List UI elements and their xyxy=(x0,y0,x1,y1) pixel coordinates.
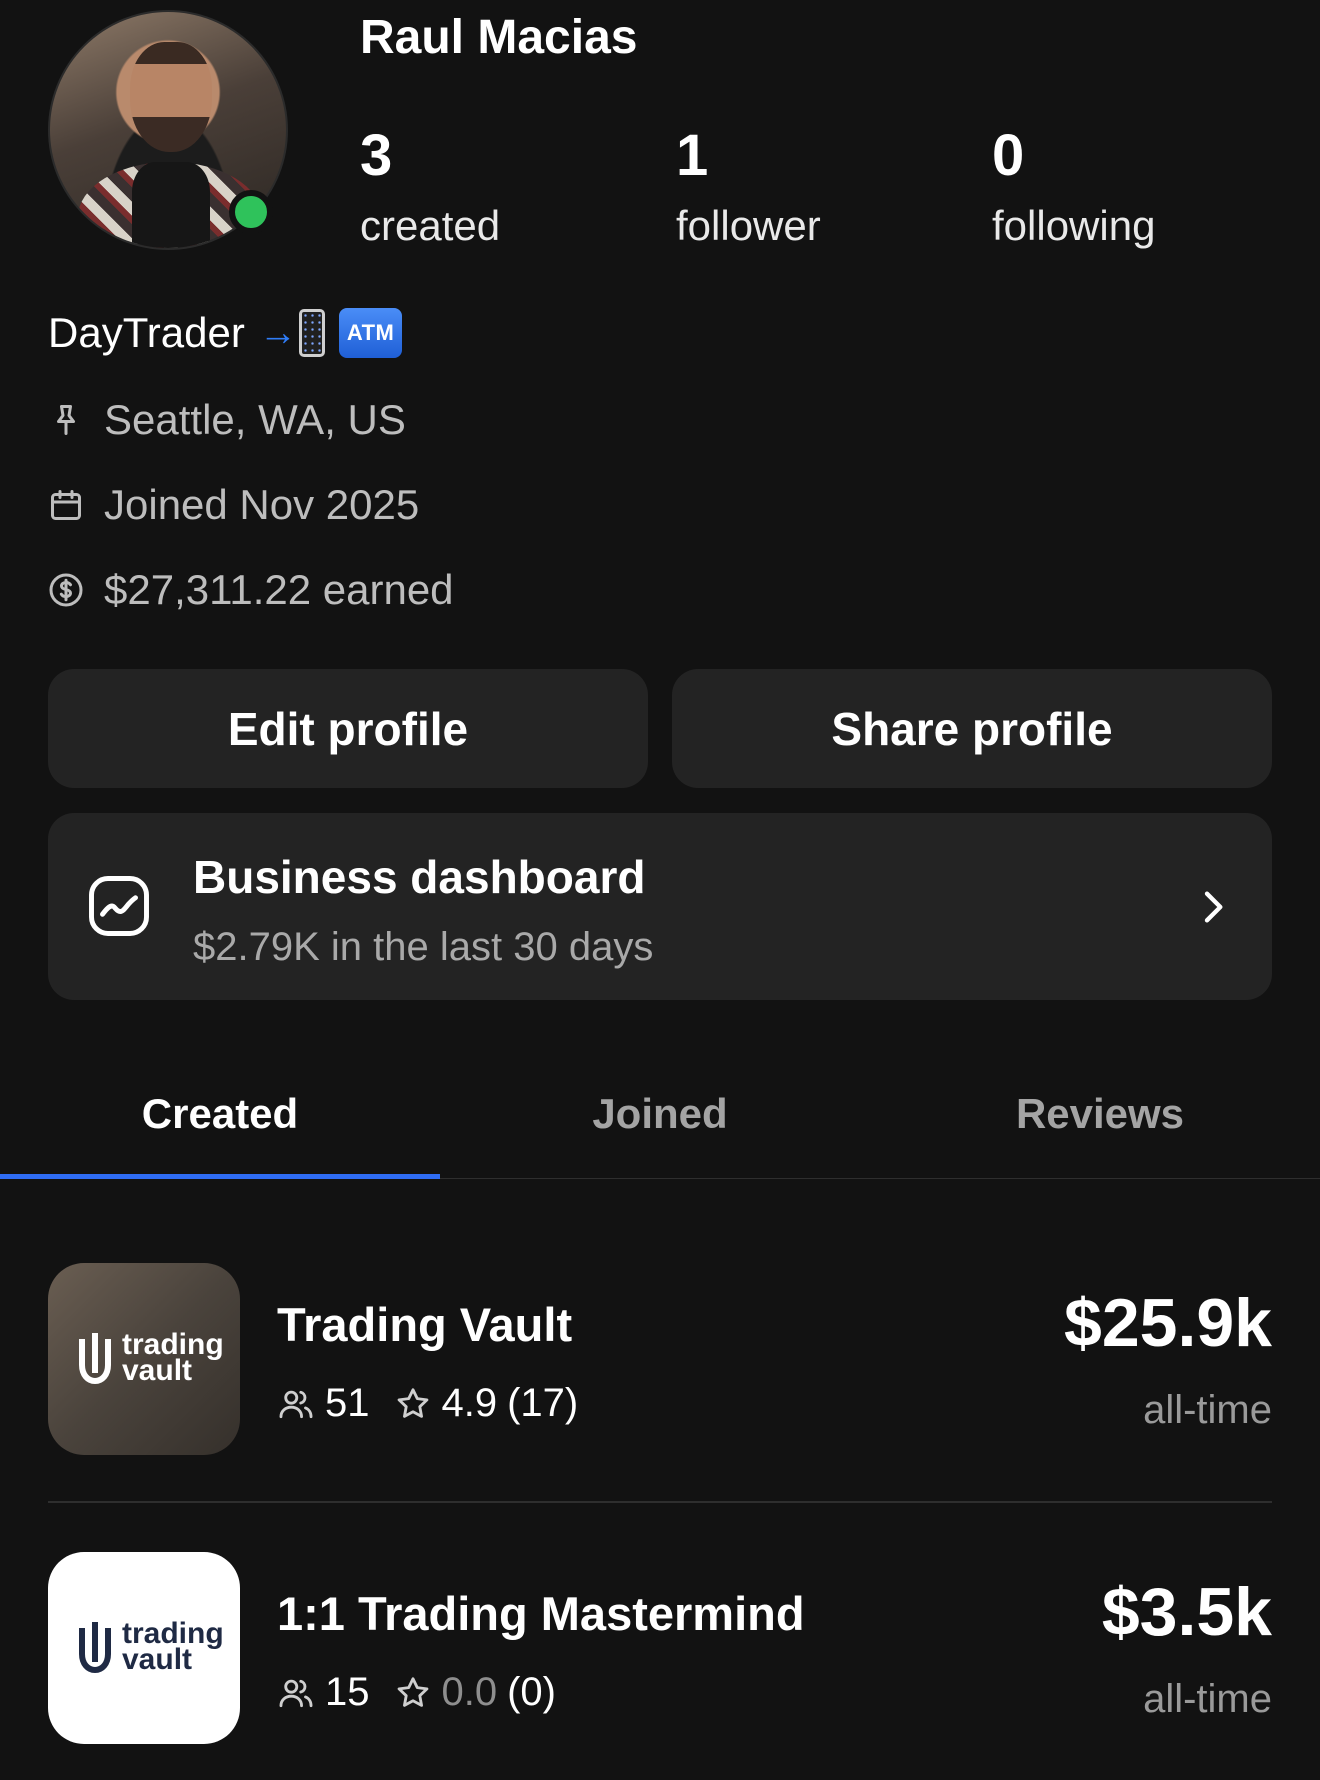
mastermind-thumbnail[interactable]: trading vault xyxy=(48,1552,240,1744)
item-title[interactable]: 1:1 Trading Mastermind xyxy=(277,1586,805,1641)
star-icon xyxy=(397,1676,428,1707)
business-dashboard-card[interactable]: Business dashboard $2.79K in the last 30… xyxy=(48,813,1272,1000)
stat-created-label[interactable]: created xyxy=(360,202,500,250)
edit-profile-button[interactable]: Edit profile xyxy=(48,669,648,788)
location-text: Seattle, WA, US xyxy=(104,396,406,443)
earned-text: $27,311.22 earned xyxy=(104,566,454,613)
item-revenue: $25.9k xyxy=(1064,1285,1272,1361)
stat-following-value[interactable]: 0 xyxy=(992,122,1024,189)
trading-vault-logo: trading vault xyxy=(74,1329,224,1387)
stat-created-value[interactable]: 3 xyxy=(360,122,392,189)
dollar-coin-icon xyxy=(49,573,83,607)
stat-follower-value[interactable]: 1 xyxy=(676,122,708,189)
member-count: 51 xyxy=(325,1381,370,1425)
chevron-right-icon xyxy=(1204,891,1223,923)
vault-shield-icon xyxy=(79,1333,111,1385)
logo-word-vault: vault xyxy=(122,1354,193,1387)
mobile-phone-arrow-emoji: → xyxy=(259,309,325,357)
chart-line-icon xyxy=(89,876,149,936)
tab-reviews[interactable]: Reviews xyxy=(880,1090,1320,1138)
members-icon xyxy=(279,1679,313,1707)
profile-name: Raul Macias xyxy=(360,11,638,64)
item-stats: 15 0.0 (0) xyxy=(277,1670,556,1715)
logo-word-vault: vault xyxy=(122,1643,193,1676)
calendar-icon xyxy=(51,490,81,520)
stat-follower-label[interactable]: follower xyxy=(676,202,821,250)
pin-icon xyxy=(57,405,75,435)
rating-value: 4.9 xyxy=(441,1381,498,1425)
trading-vault-logo: trading vault xyxy=(74,1618,224,1676)
joined-row: Joined Nov 2025 xyxy=(48,481,419,529)
joined-text: Joined Nov 2025 xyxy=(104,481,420,528)
active-tab-indicator xyxy=(0,1174,440,1179)
review-count: (0) xyxy=(507,1670,556,1714)
members-icon xyxy=(279,1390,313,1418)
atm-sign-emoji: ATM xyxy=(338,308,403,358)
item-revenue-period: all-time xyxy=(1143,1388,1272,1432)
item-title[interactable]: Trading Vault xyxy=(277,1297,572,1352)
online-status-dot xyxy=(229,190,273,234)
item-divider xyxy=(48,1501,1272,1503)
review-count: (17) xyxy=(507,1381,579,1425)
tab-created[interactable]: Created xyxy=(0,1090,440,1138)
dashboard-subtitle: $2.79K in the last 30 days xyxy=(193,925,654,969)
earned-row: $27,311.22 earned xyxy=(48,566,454,614)
bio-text: DayTrader xyxy=(48,309,245,356)
stat-following-label[interactable]: following xyxy=(992,202,1155,250)
dashboard-title: Business dashboard xyxy=(193,851,646,903)
item-revenue-period: all-time xyxy=(1143,1677,1272,1721)
star-icon xyxy=(397,1387,428,1418)
member-count: 15 xyxy=(325,1670,370,1714)
rating-value: 0.0 xyxy=(441,1670,498,1714)
vault-shield-icon xyxy=(79,1622,111,1674)
tab-joined[interactable]: Joined xyxy=(440,1090,880,1138)
share-profile-button[interactable]: Share profile xyxy=(672,669,1272,788)
bio: DayTrader → ATM xyxy=(48,308,403,358)
item-stats: 51 4.9 (17) xyxy=(277,1381,578,1426)
trading-vault-thumbnail[interactable]: trading vault xyxy=(48,1263,240,1455)
location-row: Seattle, WA, US xyxy=(48,396,406,444)
item-revenue: $3.5k xyxy=(1101,1574,1272,1650)
